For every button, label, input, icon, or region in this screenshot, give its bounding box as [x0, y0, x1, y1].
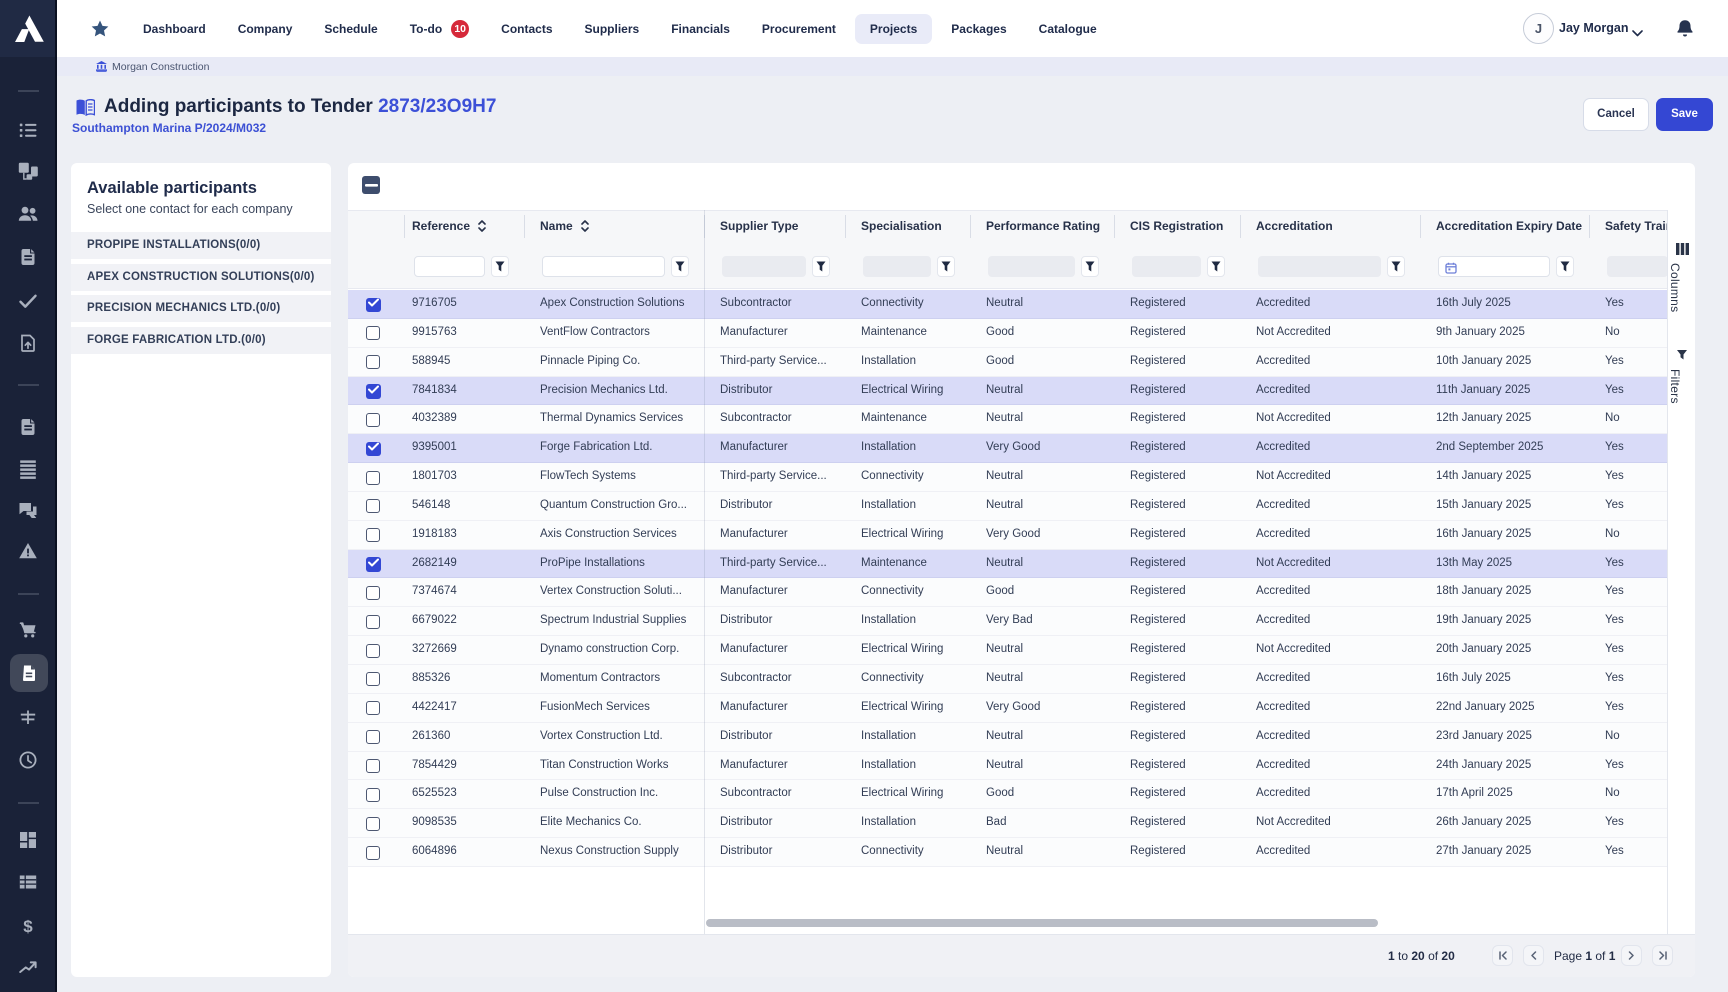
svg-text:$: $: [23, 917, 33, 936]
